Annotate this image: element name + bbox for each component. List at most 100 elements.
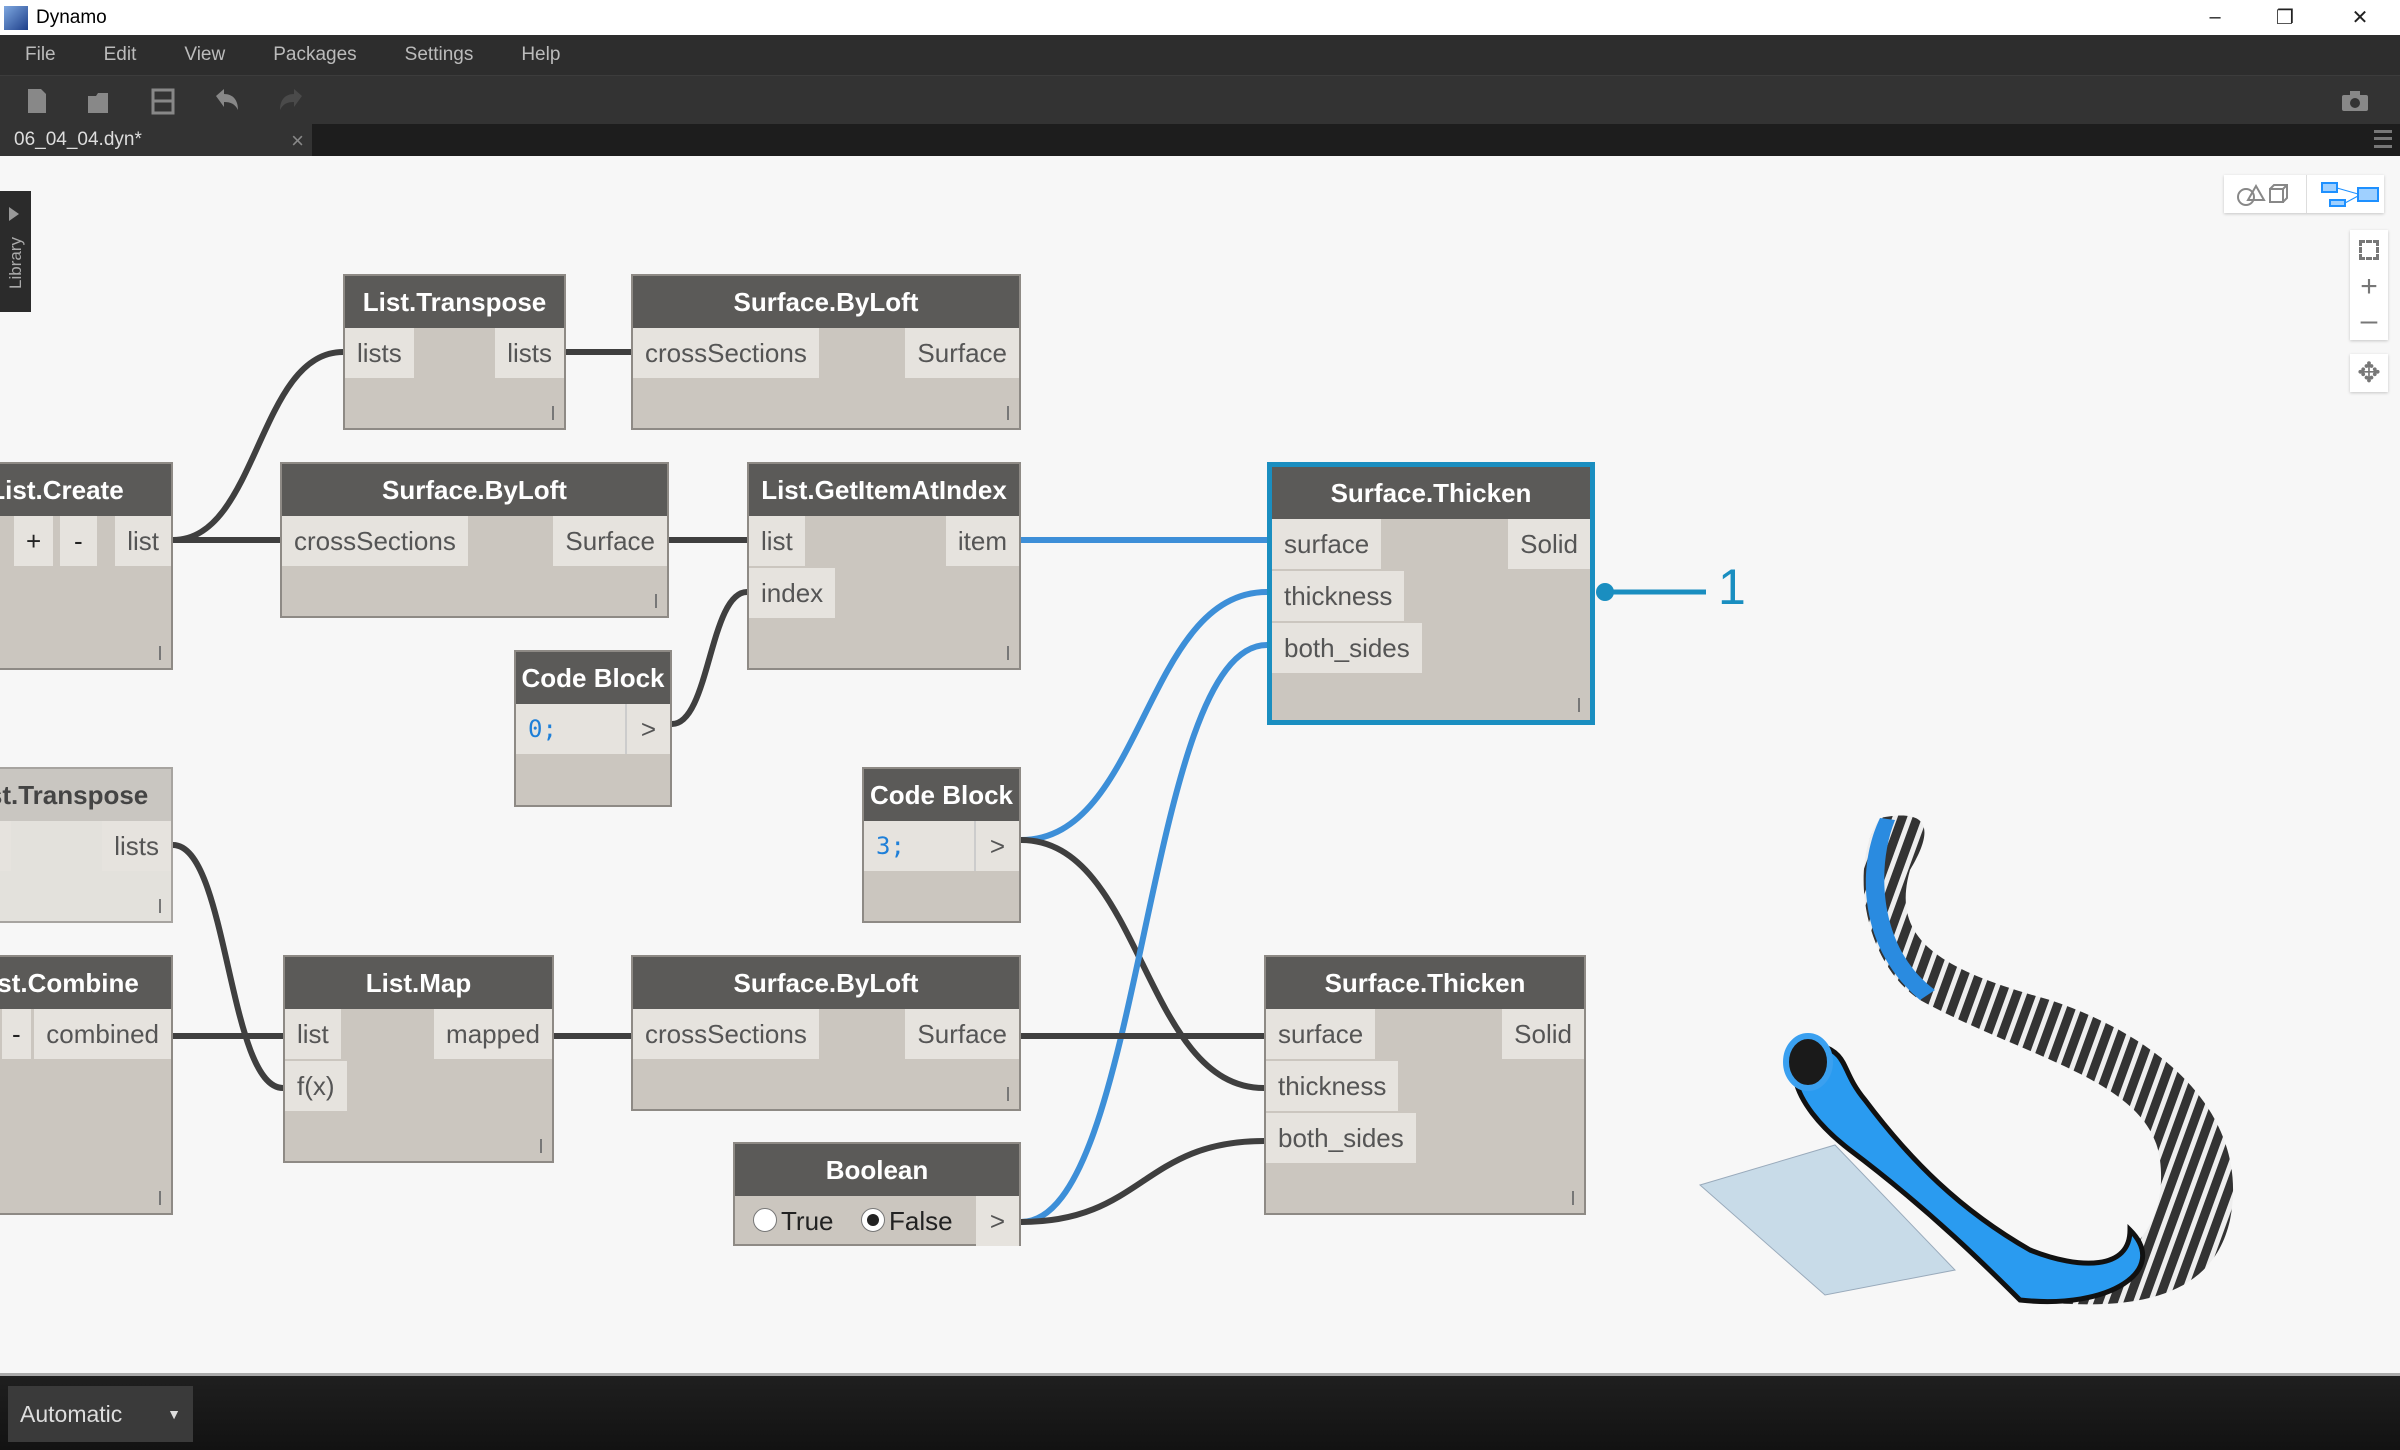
menu-packages[interactable]: Packages bbox=[273, 44, 356, 66]
node-title: List.Combine bbox=[0, 957, 171, 1009]
code-input[interactable]: 0; bbox=[516, 704, 625, 754]
node-listmap[interactable]: List.Map list mapped f(x) bbox=[283, 955, 554, 1163]
node-listcreate[interactable]: List.Create0+-list1 bbox=[0, 462, 173, 670]
lacing-indicator bbox=[159, 1191, 161, 1205]
wire[interactable] bbox=[671, 589, 748, 727]
output-port[interactable]: mapped bbox=[434, 1009, 552, 1059]
node-thicken1[interactable]: Surface.Thicken surface Solid thickness both… bbox=[1267, 462, 1595, 725]
selected-wire[interactable] bbox=[1020, 642, 1268, 1225]
zoom-out-icon[interactable]: – bbox=[2350, 304, 2388, 338]
wire[interactable] bbox=[1020, 837, 1265, 1091]
node-title: Surface.ByLoft bbox=[633, 276, 1019, 328]
input-port[interactable]: surface bbox=[1266, 1009, 1376, 1059]
menu-bar: File Edit View Packages Settings Help bbox=[0, 35, 2400, 75]
save-icon[interactable] bbox=[148, 86, 178, 116]
node-code0[interactable]: Code Block 0; > bbox=[514, 650, 672, 807]
menu-edit[interactable]: Edit bbox=[104, 44, 137, 66]
tab-close-icon[interactable]: × bbox=[291, 128, 304, 154]
menu-file[interactable]: File bbox=[25, 44, 56, 66]
radio-false[interactable] bbox=[861, 1208, 885, 1232]
node-thicken2[interactable]: Surface.Thicken surface Solid thickness both… bbox=[1264, 955, 1586, 1215]
output-port[interactable]: > bbox=[975, 1196, 1019, 1246]
output-port[interactable]: Surface bbox=[905, 328, 1019, 378]
view-toggle bbox=[2224, 175, 2384, 213]
node-title: Code Block bbox=[516, 652, 670, 704]
node-title: Surface.ByLoft bbox=[282, 464, 667, 516]
geometry-view-icon[interactable] bbox=[2234, 180, 2294, 208]
undo-icon[interactable] bbox=[212, 86, 242, 116]
minimize-button[interactable]: – bbox=[2180, 0, 2250, 35]
output-port[interactable]: list bbox=[115, 516, 171, 566]
library-toggle[interactable]: Library bbox=[0, 191, 31, 312]
input-port[interactable]: list bbox=[285, 1009, 341, 1059]
output-port[interactable]: lists bbox=[495, 328, 564, 378]
input-port[interactable]: both_sides bbox=[1272, 623, 1422, 673]
node-code3[interactable]: Code Block 3; > bbox=[862, 767, 1021, 923]
output-port[interactable]: Solid bbox=[1508, 519, 1590, 569]
tab-file[interactable]: 06_04_04.dyn* × bbox=[0, 124, 312, 156]
zoom-in-icon[interactable]: + bbox=[2350, 270, 2388, 304]
input-port[interactable]: crossSections bbox=[633, 1009, 819, 1059]
zoom-controls: + – bbox=[2350, 230, 2388, 340]
open-folder-icon[interactable] bbox=[84, 86, 114, 116]
input-port[interactable]: lists bbox=[345, 328, 414, 378]
zoom-fit-icon[interactable] bbox=[2359, 240, 2379, 260]
add-input-button[interactable]: + bbox=[14, 516, 54, 566]
window-title: Dynamo bbox=[36, 6, 107, 28]
menu-settings[interactable]: Settings bbox=[405, 44, 474, 66]
remove-input-button[interactable]: - bbox=[2, 1009, 31, 1059]
input-port[interactable]: thickness bbox=[1272, 571, 1405, 621]
node-transpose1[interactable]: List.Transpose lists lists bbox=[343, 274, 566, 430]
node-byloft3[interactable]: Surface.ByLoft crossSections Surface bbox=[631, 955, 1021, 1111]
output-port[interactable]: > bbox=[624, 704, 670, 754]
node-byloft2[interactable]: Surface.ByLoft crossSections Surface bbox=[280, 462, 669, 618]
output-port[interactable]: item bbox=[945, 516, 1019, 566]
selected-wire[interactable] bbox=[1020, 589, 1268, 843]
code-input[interactable]: 3; bbox=[864, 821, 974, 871]
wire[interactable] bbox=[172, 842, 284, 1091]
redo-icon[interactable] bbox=[276, 86, 306, 116]
node-byloft1[interactable]: Surface.ByLoft crossSections Surface bbox=[631, 274, 1021, 430]
node-transpose2[interactable]: List.Transposelists lists bbox=[0, 767, 173, 923]
node-combine[interactable]: List.Combine-combined bbox=[0, 955, 173, 1215]
menu-help[interactable]: Help bbox=[521, 44, 560, 66]
input-port[interactable]: list bbox=[749, 516, 805, 566]
node-title: Code Block bbox=[864, 769, 1019, 821]
node-boolean[interactable]: Boolean True False > bbox=[733, 1142, 1021, 1246]
menu-hamburger-icon[interactable] bbox=[2374, 130, 2392, 148]
input-port[interactable]: thickness bbox=[1266, 1061, 1399, 1111]
graph-view-icon[interactable] bbox=[2320, 180, 2380, 208]
output-port[interactable]: lists bbox=[102, 821, 171, 871]
output-port[interactable]: Solid bbox=[1502, 1009, 1584, 1059]
input-port[interactable]: lists bbox=[0, 821, 11, 871]
input-port[interactable]: both_sides bbox=[1266, 1113, 1416, 1163]
input-port[interactable]: crossSections bbox=[282, 516, 468, 566]
pan-icon[interactable]: ✥ bbox=[2350, 354, 2388, 392]
lacing-indicator bbox=[1578, 698, 1580, 712]
menu-view[interactable]: View bbox=[184, 44, 225, 66]
new-file-icon[interactable] bbox=[22, 86, 52, 116]
output-port[interactable]: > bbox=[973, 821, 1019, 871]
remove-input-button[interactable]: - bbox=[60, 516, 97, 566]
input-port[interactable]: surface bbox=[1272, 519, 1382, 569]
expand-icon bbox=[9, 207, 19, 221]
camera-icon[interactable] bbox=[2340, 86, 2370, 116]
input-port[interactable]: f(x) bbox=[285, 1061, 347, 1111]
output-port[interactable]: Surface bbox=[553, 516, 667, 566]
wire[interactable] bbox=[1020, 1138, 1265, 1225]
output-port[interactable]: Surface bbox=[905, 1009, 1019, 1059]
node-getitem[interactable]: List.GetItemAtIndex list item index bbox=[747, 462, 1021, 670]
tab-label: 06_04_04.dyn* bbox=[14, 129, 142, 150]
lacing-indicator bbox=[1007, 646, 1009, 660]
input-port[interactable]: crossSections bbox=[633, 328, 819, 378]
close-button[interactable]: ✕ bbox=[2325, 0, 2395, 35]
input-port[interactable]: index bbox=[749, 568, 836, 618]
node-title: Surface.Thicken bbox=[1266, 957, 1584, 1009]
output-port[interactable]: combined bbox=[34, 1009, 171, 1059]
run-mode-dropdown[interactable]: Automatic ▼ bbox=[8, 1386, 193, 1442]
node-title: Surface.ByLoft bbox=[633, 957, 1019, 1009]
tab-bar: 06_04_04.dyn* × bbox=[0, 124, 2400, 156]
restore-button[interactable]: ❐ bbox=[2250, 0, 2320, 35]
radio-true[interactable] bbox=[753, 1208, 777, 1232]
dynamo-logo-icon bbox=[4, 5, 28, 30]
